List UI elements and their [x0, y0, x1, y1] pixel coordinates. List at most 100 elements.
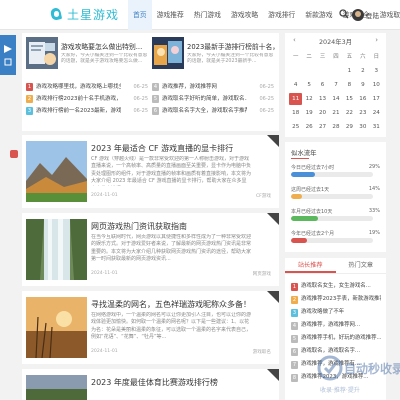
- calendar-day[interactable]: 19: [302, 107, 315, 119]
- calendar-day[interactable]: 15: [343, 93, 356, 105]
- list-item-text: 游戏攻略做了不年: [301, 309, 345, 315]
- list-item[interactable]: 1 游戏攻略哪里找，游戏攻略上哪找全 06-25: [26, 81, 150, 93]
- calendar-day[interactable]: 13: [316, 93, 329, 105]
- featured-desc-2: 大家好，今天小编关注到一个比较有意思的话题，就是关于2023最新手...: [187, 53, 274, 64]
- calendar-day[interactable]: 8: [343, 79, 356, 91]
- avatar[interactable]: [352, 9, 364, 21]
- list-item[interactable]: 1 游戏取名女生，女生游戏名...: [291, 280, 383, 293]
- post-category-2[interactable]: 网页游戏: [253, 271, 271, 277]
- list-item[interactable]: 3 游戏排行榜前一名2023最新，游戏排行榜... 06-25: [26, 105, 150, 117]
- post-excerpt-3: 在网络游戏中，一个温柔的网名可以让你更加引人注目，也可以让你的游戏体验更加愉快。…: [91, 312, 251, 341]
- post-category-3[interactable]: 游戏取名: [253, 349, 271, 355]
- next-month-icon[interactable]: ›: [375, 36, 378, 44]
- list-item-text: 游戏取名女生，女生游戏名...: [301, 283, 371, 289]
- calendar-day[interactable]: 17: [370, 93, 383, 105]
- calendar-day[interactable]: 31: [370, 121, 383, 133]
- calendar-widget: ‹ 2024年3月 › 一二三四五六日 1 2 3 4 5 6 7 8 9 10 11 12 13 14 15…: [285, 33, 386, 137]
- post-thumbnail-3: [26, 297, 87, 358]
- site-logo[interactable]: 土星游戏: [50, 6, 119, 23]
- progress-row: 今日已经过去7小时 29%: [291, 164, 380, 180]
- calendar-day: [329, 65, 342, 77]
- calendar-day[interactable]: 4: [289, 79, 302, 91]
- side-toolbar[interactable]: [0, 35, 16, 75]
- login-link[interactable]: 登陆: [366, 10, 379, 20]
- calendar-day[interactable]: 29: [343, 121, 356, 133]
- calendar-day[interactable]: 16: [356, 93, 369, 105]
- calendar-day[interactable]: 21: [329, 107, 342, 119]
- nav-item-recommend[interactable]: 游戏推荐: [152, 0, 189, 30]
- list-item[interactable]: 2游戏推荐2023手表，新款游戏推荐...: [291, 293, 383, 306]
- rank-number: 5: [291, 334, 298, 343]
- calendar-day[interactable]: 5: [302, 79, 315, 91]
- calendar-day[interactable]: 1: [343, 65, 356, 77]
- post-title-4[interactable]: 2023 年度最佳体育比赛游戏排行榜: [91, 377, 218, 388]
- list-item[interactable]: 5 游戏推荐手机，好玩的游戏推荐...: [291, 332, 383, 345]
- list-item[interactable]: 4 游戏推荐，游戏推荐网...: [291, 319, 383, 332]
- hot-list-left: 1 游戏攻略哪里找，游戏攻略上哪找全 06-25 2 游戏排行榜2023前十名手…: [26, 81, 150, 117]
- share-icon: [4, 45, 12, 66]
- calendar-weekday: 日: [373, 54, 379, 60]
- rank-number: 6: [291, 347, 298, 356]
- post-title-1[interactable]: 2023 年最适合 CF 游戏直播的显卡排行: [91, 143, 233, 154]
- tab-recommended[interactable]: 站长推荐: [285, 258, 336, 273]
- calendar-grid: 一二三四五六日 1 2 3 4 5 6 7 8 9 10 11 12 13 14 15 16 17 18 19 20 21…: [289, 51, 383, 133]
- calendar-day[interactable]: 27: [316, 121, 329, 133]
- calendar-day[interactable]: 18: [289, 107, 302, 119]
- list-item-text: 游戏推荐手机，好玩的游戏推荐...: [301, 335, 381, 341]
- calendar-day[interactable]: 2: [356, 65, 369, 77]
- rank-number: 3: [291, 308, 298, 317]
- rank-number: 1: [291, 282, 298, 291]
- list-item[interactable]: 3 游戏攻略做了不年: [291, 306, 383, 319]
- post-card-4[interactable]: 2023 年度最佳体育比赛游戏排行榜: [22, 369, 279, 400]
- calendar-day[interactable]: 20: [316, 107, 329, 119]
- calendar-day[interactable]: 11: [289, 93, 303, 105]
- progress-fill: [291, 216, 319, 221]
- nav-item-home[interactable]: 首页: [128, 0, 152, 30]
- watermark-text: 自动秒收录: [344, 361, 400, 376]
- calendar-day[interactable]: 25: [289, 121, 302, 133]
- list-item[interactable]: 5 游戏取名字好听的简单，游戏取名... 06-25: [152, 93, 276, 105]
- calendar-day[interactable]: 26: [302, 121, 315, 133]
- calendar-day[interactable]: 3: [370, 65, 383, 77]
- post-title-3[interactable]: 寻找温柔的网名，五色祥瑞游戏昵称众多备！: [91, 299, 251, 310]
- post-card-2[interactable]: 网页游戏热门资讯获取指南 在当今互联网时代，网页游戏以其便捷性和多样性成为了一种…: [22, 213, 279, 286]
- nav-item-ranking[interactable]: 游戏排行: [263, 0, 300, 30]
- post-category-1[interactable]: CF游戏: [256, 193, 271, 199]
- calendar-day[interactable]: 10: [370, 79, 383, 91]
- post-date-1: 2024-11-01: [91, 193, 118, 198]
- calendar-day[interactable]: 23: [356, 107, 369, 119]
- corner-ribbon: [267, 291, 279, 303]
- calendar-day[interactable]: 7: [329, 79, 342, 91]
- calendar-day[interactable]: 6: [316, 79, 329, 91]
- list-item[interactable]: 4 游戏推荐，游戏推荐网 06-25: [152, 81, 276, 93]
- post-thumbnail-4: [26, 375, 87, 400]
- calendar-day: [316, 65, 329, 77]
- nav-item-guides[interactable]: 游戏攻略: [226, 0, 263, 30]
- calendar-title: 2024年3月: [318, 38, 353, 46]
- calendar-day[interactable]: 24: [370, 107, 383, 119]
- post-excerpt-1: CF 游戏（穿越火线）是一款非常受欢迎的第一人称射击游戏，对于游戏直播来说，一个…: [91, 156, 251, 186]
- tab-header: 站长推荐 热门文章: [285, 258, 386, 274]
- list-item[interactable]: 2 游戏排行榜2023前十名手机游戏，游戏排行... 06-25: [26, 93, 150, 105]
- search-icon[interactable]: [339, 9, 349, 19]
- calendar-day[interactable]: 9: [356, 79, 369, 91]
- calendar-weekday: 五: [346, 54, 353, 60]
- post-card-3[interactable]: 寻找温柔的网名，五色祥瑞游戏昵称众多备！ 在网络游戏中，一个温柔的网名可以让你更…: [22, 291, 279, 364]
- calendar-day[interactable]: 12: [302, 93, 315, 105]
- post-title-2[interactable]: 网页游戏热门资讯获取指南: [91, 221, 187, 232]
- hero-card: 游戏攻略要怎么做出特别... 大家好，今天小编关注到一个比较有意思的话题，就是关…: [22, 33, 279, 131]
- list-item[interactable]: 6 游戏取名名字大全，游戏取名字推荐 06-25: [152, 105, 276, 117]
- nav-item-hot[interactable]: 热门游戏: [189, 0, 226, 30]
- calendar-weekday: 四: [333, 54, 339, 60]
- calendar-day[interactable]: 30: [356, 121, 369, 133]
- calendar-day[interactable]: 22: [343, 107, 356, 119]
- list-item-text: 游戏推荐，游戏推荐网...: [301, 322, 361, 328]
- calendar-day[interactable]: 28: [329, 121, 342, 133]
- progress-row: 本月已经过去10天 33%: [291, 208, 380, 224]
- calendar-day[interactable]: 14: [329, 93, 342, 105]
- tab-popular[interactable]: 热门文章: [336, 258, 387, 273]
- post-card-1[interactable]: 2023 年最适合 CF 游戏直播的显卡排行 CF 游戏（穿越火线）是一款非常受…: [22, 135, 279, 208]
- post-thumbnail-2: [26, 219, 87, 280]
- calendar-weekday: 三: [319, 54, 326, 60]
- nav-item-new[interactable]: 新款游戏: [300, 0, 337, 30]
